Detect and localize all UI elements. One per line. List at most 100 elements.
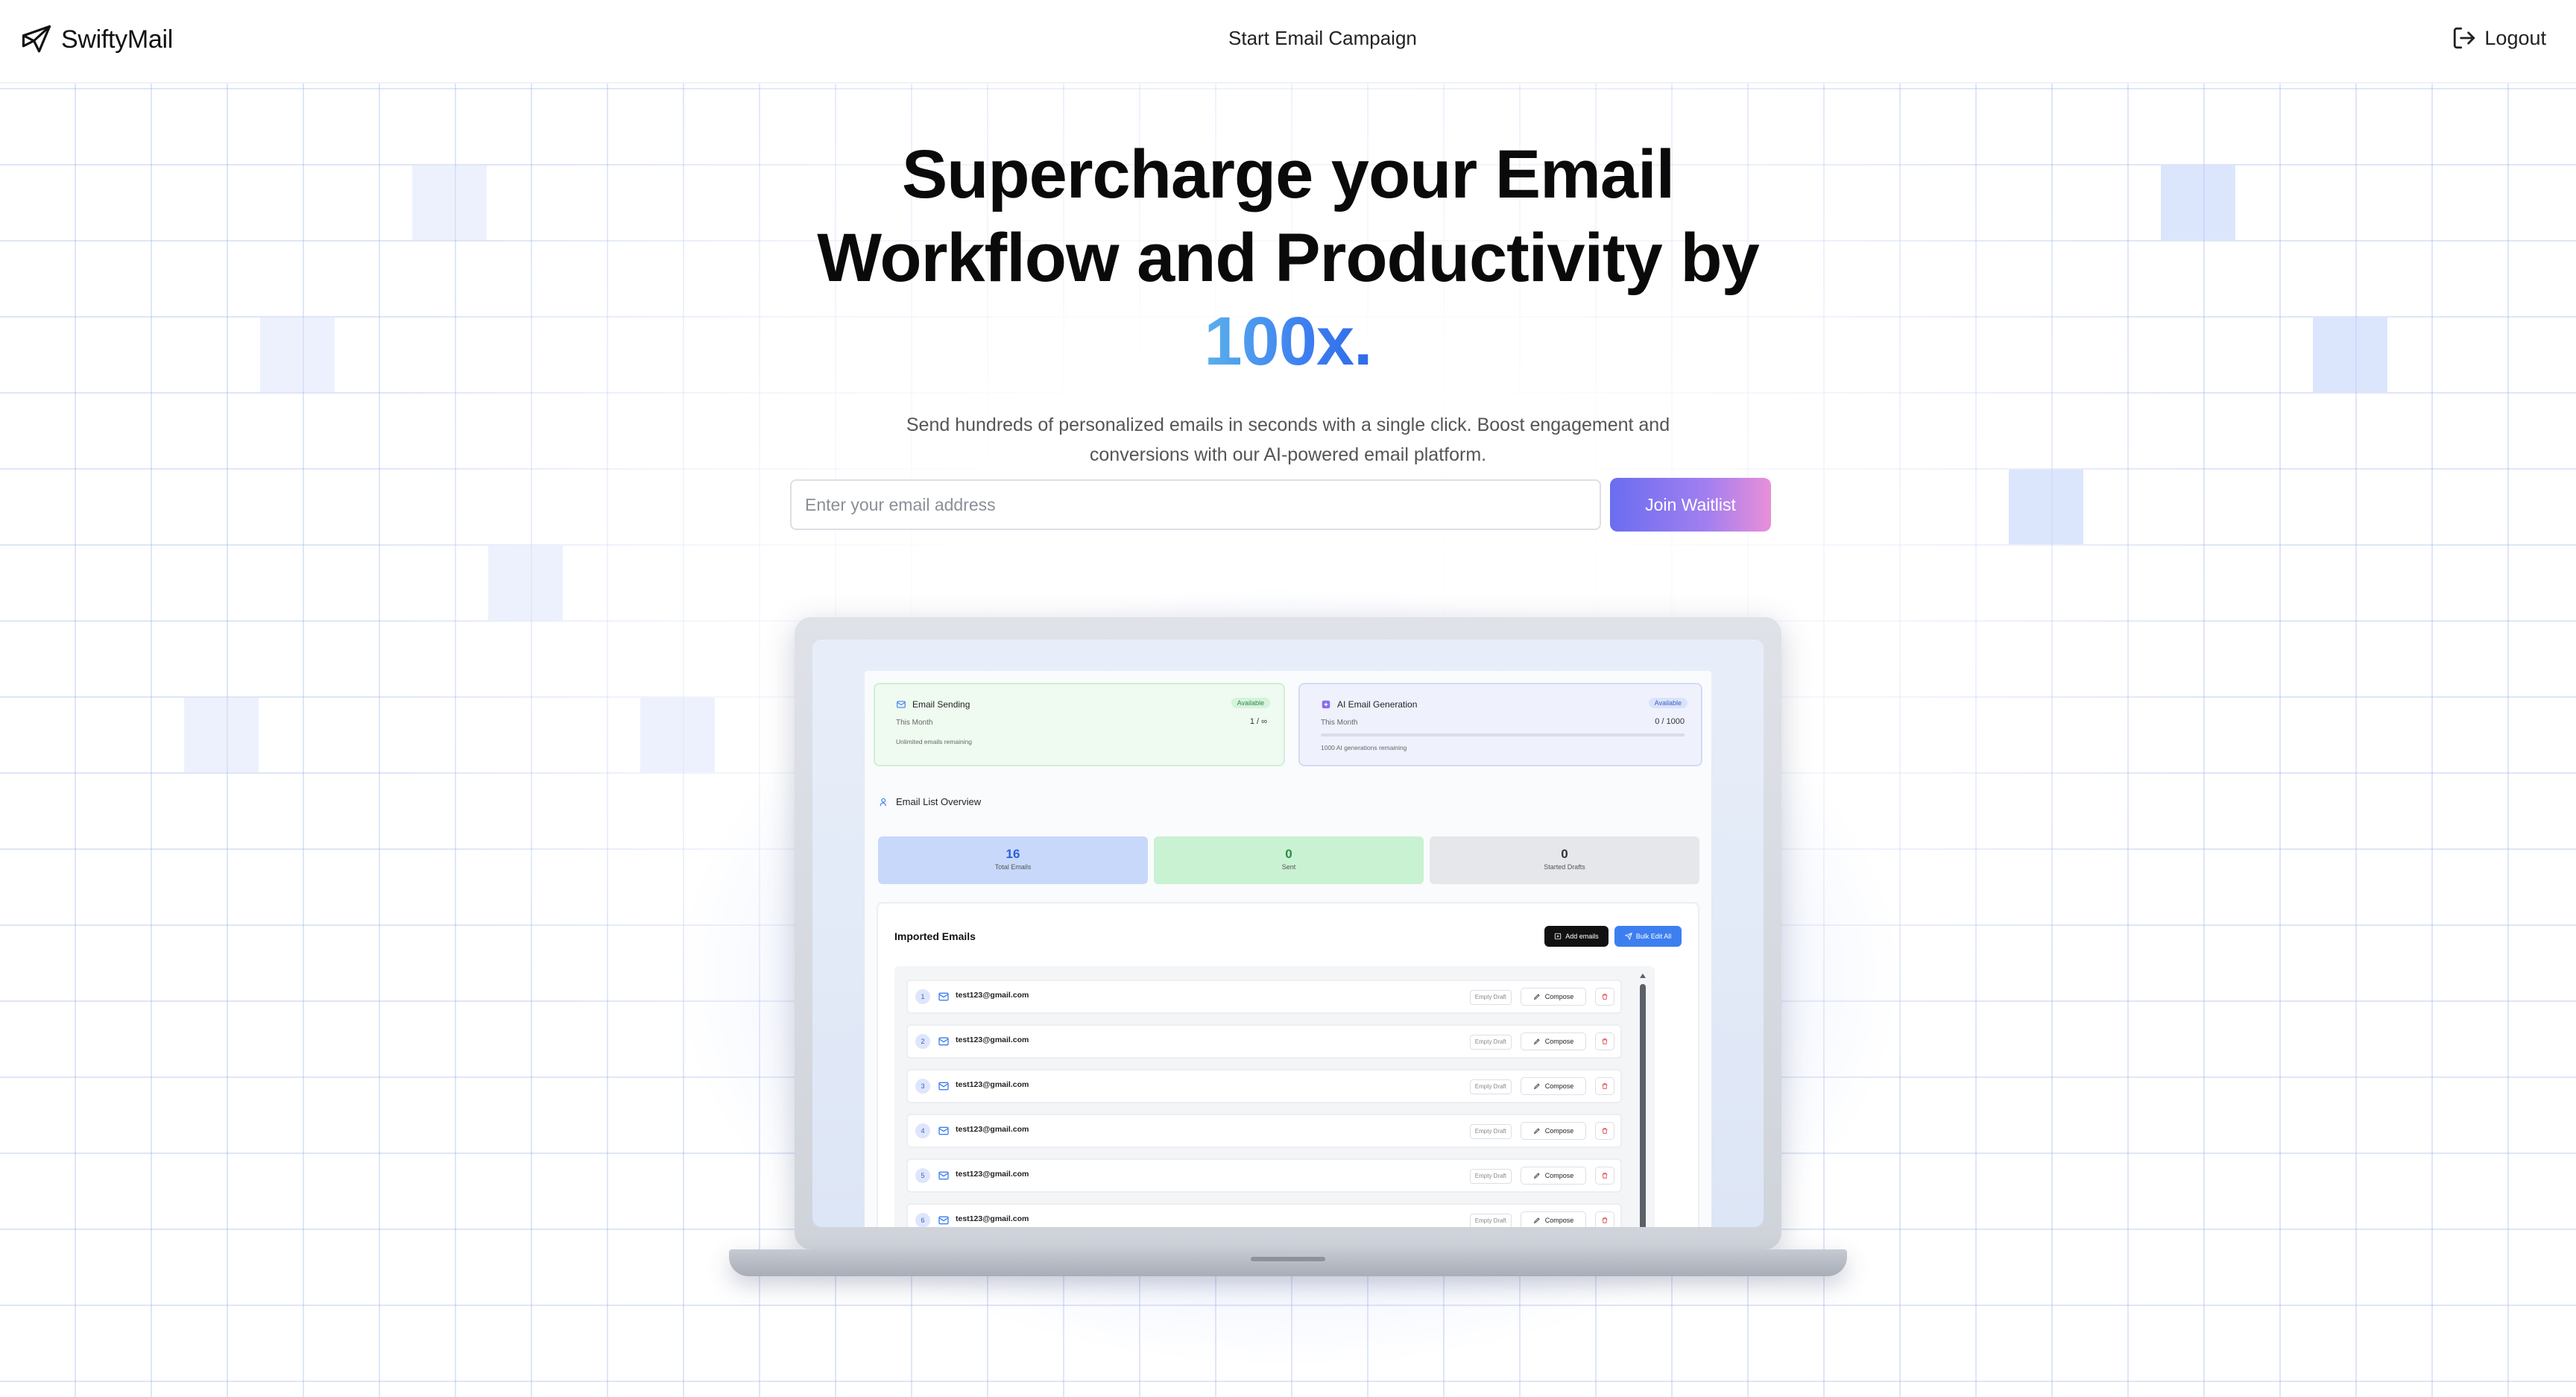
- compose-button[interactable]: Compose: [1521, 988, 1586, 1006]
- compose-button[interactable]: Compose: [1521, 1167, 1586, 1185]
- usage-footnote: 1000 AI generations remaining: [1321, 744, 1407, 751]
- stat-started-drafts: 0 Started Drafts: [1430, 836, 1699, 884]
- table-row: 5 test123@gmail.com Empty Draft Compose: [906, 1158, 1622, 1193]
- email-input[interactable]: [790, 479, 1601, 530]
- hero-title: Supercharge your Email Workflow and Prod…: [766, 133, 1810, 383]
- pencil-icon: [1533, 1038, 1540, 1044]
- mail-icon: [938, 1082, 949, 1091]
- email-list: 1 test123@gmail.com Empty Draft Compose 2 tes…: [894, 966, 1655, 1227]
- plus-square-icon: [1555, 933, 1562, 940]
- send-icon: [1624, 933, 1632, 940]
- scroll-up-arrow[interactable]: [1640, 974, 1646, 978]
- pencil-icon: [1533, 1217, 1540, 1223]
- draft-status-badge: Empty Draft: [1469, 1169, 1512, 1184]
- pencil-icon: [1533, 1173, 1540, 1179]
- usage-footnote: Unlimited emails remaining: [896, 738, 973, 745]
- usage-count: 1 / ∞: [1249, 717, 1267, 726]
- scroll-thumb[interactable]: [1640, 984, 1646, 1227]
- logout-label: Logout: [2484, 26, 2546, 49]
- row-index: 3: [915, 1079, 930, 1094]
- ai-generation-card: AI Email Generation Available This Month…: [1298, 683, 1702, 766]
- delete-button[interactable]: [1595, 1077, 1614, 1095]
- draft-status-badge: Empty Draft: [1469, 1079, 1512, 1094]
- status-badge: Available: [1231, 698, 1270, 708]
- compose-button[interactable]: Compose: [1521, 1211, 1586, 1227]
- row-email: test123@gmail.com: [956, 1035, 1029, 1044]
- brand-logo[interactable]: SwiftyMail: [21, 24, 173, 55]
- imported-emails-title: Imported Emails: [894, 930, 976, 942]
- compose-button[interactable]: Compose: [1521, 1077, 1586, 1095]
- paper-plane-icon: [21, 24, 52, 55]
- period-label: This Month: [1321, 719, 1358, 727]
- laptop-mockup: Email Sending Available This Month 1 / ∞…: [795, 617, 1781, 1249]
- laptop-base: [729, 1249, 1847, 1276]
- draft-status-badge: Empty Draft: [1469, 1035, 1512, 1050]
- mail-icon: [897, 701, 906, 708]
- mail-icon: [938, 1037, 949, 1046]
- trash-icon: [1602, 1217, 1608, 1223]
- usage-progress-bar: [1321, 734, 1685, 737]
- hero-title-accent: 100x.: [1204, 303, 1372, 379]
- stat-sent: 0 Sent: [1154, 836, 1424, 884]
- app-preview-screen: Email Sending Available This Month 1 / ∞…: [865, 671, 1711, 1227]
- trash-icon: [1602, 1038, 1608, 1044]
- row-email: test123@gmail.com: [956, 1125, 1029, 1134]
- row-index: 5: [915, 1168, 930, 1183]
- delete-button[interactable]: [1595, 1167, 1614, 1185]
- brand-name: SwiftyMail: [61, 25, 174, 54]
- hero-subtitle: Send hundreds of personalized emails in …: [906, 414, 1670, 465]
- row-index: 6: [915, 1213, 930, 1227]
- row-index: 4: [915, 1123, 930, 1138]
- trash-icon: [1602, 1173, 1608, 1179]
- add-emails-button[interactable]: Add emails: [1544, 926, 1609, 947]
- delete-button[interactable]: [1595, 1211, 1614, 1227]
- draft-status-badge: Empty Draft: [1469, 990, 1512, 1005]
- hero-title-line2: Workflow and Productivity by: [817, 220, 1760, 296]
- mail-icon: [938, 1171, 949, 1180]
- draft-status-badge: Empty Draft: [1469, 1214, 1512, 1227]
- hero-title-line1: Supercharge your Email: [901, 136, 1675, 212]
- waitlist-form: Join Waitlist: [790, 478, 1771, 532]
- grid-tile: [2009, 470, 2083, 544]
- stat-total-emails: 16 Total Emails: [878, 836, 1148, 884]
- draft-status-badge: Empty Draft: [1469, 1124, 1512, 1139]
- delete-button[interactable]: [1595, 988, 1614, 1006]
- list-scrollbar[interactable]: [1640, 974, 1646, 1227]
- compose-button[interactable]: Compose: [1521, 1122, 1586, 1140]
- usage-count: 0 / 1000: [1655, 717, 1685, 726]
- ai-generation-title: AI Email Generation: [1337, 699, 1418, 710]
- mail-icon: [938, 992, 949, 1001]
- imported-emails-panel: Imported Emails Add emails Bulk Edit All…: [877, 902, 1699, 1227]
- row-email: test123@gmail.com: [956, 1170, 1029, 1179]
- laptop-notch: [1251, 1257, 1325, 1261]
- sparkle-icon: [1322, 700, 1330, 709]
- trash-icon: [1602, 1083, 1608, 1089]
- logout-button[interactable]: Logout: [2452, 25, 2546, 51]
- pencil-icon: [1533, 1083, 1540, 1089]
- delete-button[interactable]: [1595, 1032, 1614, 1050]
- email-sending-card: Email Sending Available This Month 1 / ∞…: [874, 683, 1285, 766]
- row-index: 1: [915, 989, 930, 1004]
- pencil-icon: [1533, 1128, 1540, 1134]
- mail-icon: [938, 1126, 949, 1135]
- hero-section: Supercharge your Email Workflow and Prod…: [0, 133, 2576, 470]
- delete-button[interactable]: [1595, 1122, 1614, 1140]
- logout-icon: [2452, 25, 2477, 51]
- users-icon: [880, 798, 886, 806]
- mail-icon: [938, 1216, 949, 1225]
- top-navbar: SwiftyMail Start Email Campaign Logout: [0, 0, 2576, 83]
- table-row: 3 test123@gmail.com Empty Draft Compose: [906, 1069, 1622, 1103]
- table-row: 2 test123@gmail.com Empty Draft Compose: [906, 1024, 1622, 1059]
- bulk-edit-button[interactable]: Bulk Edit All: [1614, 926, 1682, 947]
- grid-tile: [184, 698, 259, 772]
- pencil-icon: [1533, 994, 1540, 1000]
- laptop-bezel: Email Sending Available This Month 1 / ∞…: [812, 640, 1764, 1227]
- status-badge: Available: [1648, 698, 1688, 708]
- grid-tile: [488, 546, 563, 620]
- row-email: test123@gmail.com: [956, 1080, 1029, 1089]
- start-campaign-link[interactable]: Start Email Campaign: [1228, 27, 1417, 50]
- table-row: 4 test123@gmail.com Empty Draft Compose: [906, 1114, 1622, 1148]
- compose-button[interactable]: Compose: [1521, 1032, 1586, 1050]
- overview-title: Email List Overview: [880, 796, 981, 807]
- join-waitlist-button[interactable]: Join Waitlist: [1610, 478, 1771, 532]
